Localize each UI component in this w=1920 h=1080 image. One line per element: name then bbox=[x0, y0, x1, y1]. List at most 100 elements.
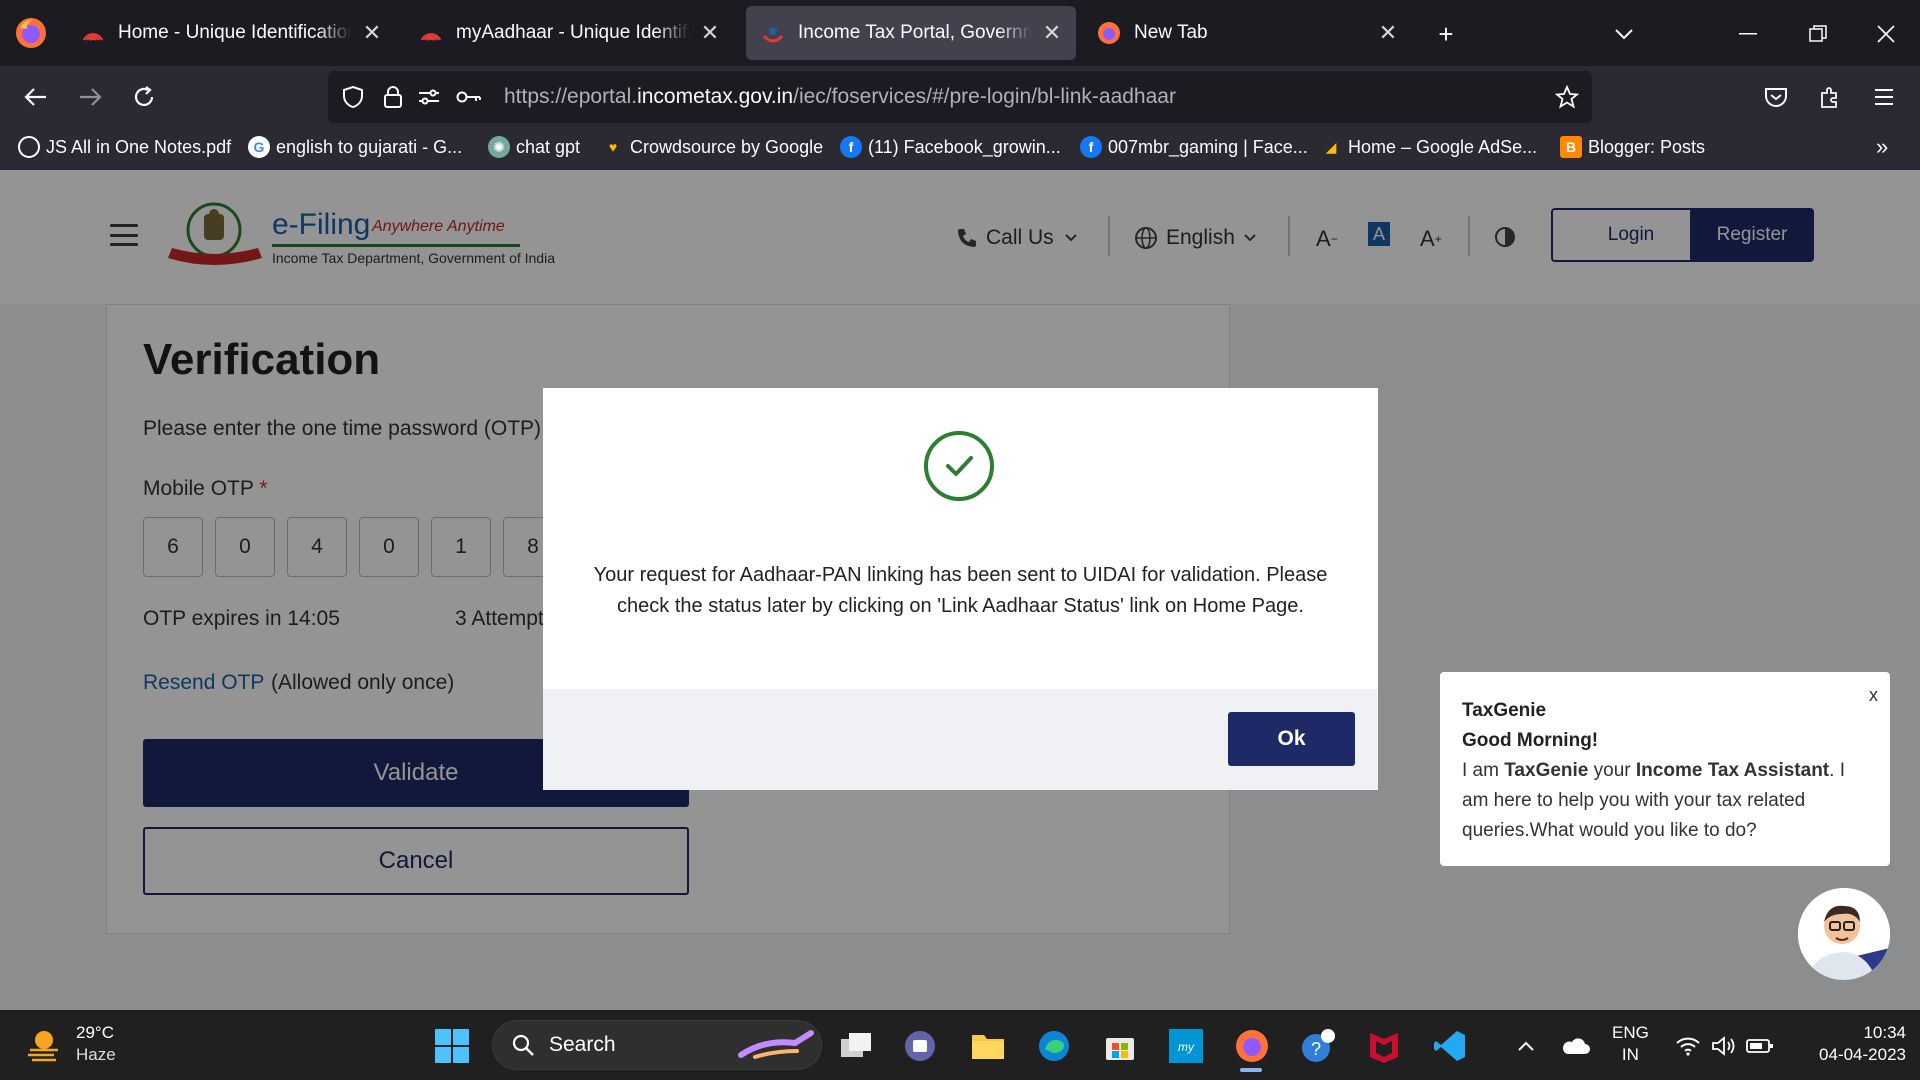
clock-date: 04-04-2023 bbox=[1819, 1045, 1906, 1064]
chat-intro: I am TaxGenie your Income Tax Assistant.… bbox=[1462, 756, 1868, 846]
clock[interactable]: 10:34 04-04-2023 bbox=[1790, 1022, 1906, 1066]
windows-taskbar: 29°C Haze Search my ? ENG IN 10:34 04-04… bbox=[0, 1010, 1920, 1080]
bookmark-label: Blogger: Posts bbox=[1588, 136, 1706, 157]
firefox-icon bbox=[1098, 22, 1120, 44]
app-menu-icon[interactable] bbox=[1864, 77, 1904, 117]
bookmark-label: chat gpt bbox=[516, 136, 581, 157]
search-icon bbox=[512, 1034, 534, 1056]
taxgenie-avatar-icon[interactable] bbox=[1798, 888, 1890, 980]
restore-icon[interactable] bbox=[1798, 14, 1838, 54]
dialog-body: Your request for Aadhaar-PAN linking has… bbox=[543, 388, 1378, 689]
new-tab-plus-icon[interactable]: + bbox=[1426, 14, 1466, 54]
bookmark-js-notes[interactable]: JS All in One Notes.pdf bbox=[18, 136, 231, 158]
taxgenie-chat-bubble: x TaxGenie Good Morning! I am TaxGenie y… bbox=[1440, 672, 1890, 866]
intro-bot-name: TaxGenie bbox=[1504, 760, 1589, 781]
bookmark-label: (11) Facebook_growin... bbox=[868, 136, 1061, 157]
minimize-icon[interactable] bbox=[1728, 14, 1768, 54]
chatgpt-icon: ✺ bbox=[488, 136, 510, 158]
input-language-indicator[interactable]: ENG IN bbox=[1612, 1022, 1649, 1066]
forward-arrow-icon[interactable] bbox=[70, 77, 110, 117]
tab-uidai-home[interactable]: Home - Unique Identification Authority o… bbox=[66, 6, 396, 60]
bookmark-chat-gpt[interactable]: ✺ chat gpt bbox=[488, 136, 580, 158]
bookmark-label: Crowdsource by Google bbox=[630, 136, 824, 157]
bookmark-blogger-posts[interactable]: B Blogger: Posts bbox=[1560, 136, 1705, 158]
myhp-icon[interactable]: my bbox=[1166, 1026, 1206, 1066]
tab-income-tax-portal[interactable]: Income Tax Portal, Government of India ✕ bbox=[746, 6, 1076, 60]
firefox-menu-icon[interactable] bbox=[14, 16, 48, 50]
aadhaar-icon bbox=[82, 33, 104, 41]
tab-title: New Tab bbox=[1134, 22, 1208, 43]
list-all-tabs-chevron-icon[interactable] bbox=[1604, 14, 1644, 54]
shield-icon[interactable] bbox=[340, 84, 366, 110]
bookmark-star-icon[interactable] bbox=[1554, 84, 1580, 110]
blogger-icon: B bbox=[1560, 136, 1582, 158]
browser-nav-bar: https://eportal.incometax.gov.in/iec/fos… bbox=[0, 66, 1920, 128]
haze-sun-icon bbox=[28, 1031, 58, 1062]
lang-top: ENG bbox=[1612, 1023, 1649, 1042]
help-app-icon[interactable]: ? bbox=[1298, 1026, 1338, 1066]
dialog-message: Your request for Aadhaar-PAN linking has… bbox=[593, 564, 1328, 617]
clock-time: 10:34 bbox=[1863, 1023, 1906, 1042]
lock-icon[interactable] bbox=[380, 84, 406, 110]
intro-text: I am bbox=[1462, 760, 1505, 781]
success-check-icon bbox=[924, 431, 994, 501]
edge-browser-icon[interactable] bbox=[1034, 1026, 1074, 1066]
chat-greeting: Good Morning! bbox=[1462, 730, 1599, 751]
success-dialog: Your request for Aadhaar-PAN linking has… bbox=[543, 388, 1378, 790]
key-icon[interactable] bbox=[456, 84, 482, 110]
battery-icon[interactable] bbox=[1740, 1026, 1780, 1066]
weather-condition: Haze bbox=[76, 1045, 116, 1064]
windows-start-icon[interactable] bbox=[432, 1026, 472, 1066]
bookmark-label: Home – Google AdSe... bbox=[1348, 136, 1538, 157]
back-arrow-icon[interactable] bbox=[16, 77, 56, 117]
extensions-icon[interactable] bbox=[1810, 77, 1850, 117]
active-app-indicator bbox=[1240, 1068, 1262, 1072]
bookmark-google-adsense[interactable]: ◢ Home – Google AdSe... bbox=[1320, 136, 1538, 158]
bookmark-english-gujarati[interactable]: G english to gujarati - G... bbox=[248, 136, 462, 158]
tab-myaadhaar[interactable]: myAadhaar - Unique Identification Author… bbox=[404, 6, 734, 60]
crowdsource-icon: ♥ bbox=[608, 139, 618, 155]
volume-icon[interactable] bbox=[1704, 1026, 1744, 1066]
url-text[interactable]: https://eportal.incometax.gov.in/iec/fos… bbox=[504, 85, 1176, 109]
address-bar[interactable]: https://eportal.incometax.gov.in/iec/fos… bbox=[328, 71, 1592, 123]
file-explorer-icon[interactable] bbox=[968, 1026, 1008, 1066]
tab-close-icon[interactable]: ✕ bbox=[362, 20, 382, 46]
wifi-icon[interactable] bbox=[1668, 1026, 1708, 1066]
url-domain: incometax.gov.in bbox=[637, 85, 794, 108]
tab-close-icon[interactable]: ✕ bbox=[1378, 20, 1398, 46]
weather-widget[interactable]: 29°C Haze bbox=[24, 1022, 116, 1066]
svg-text:my: my bbox=[1178, 1040, 1195, 1054]
bookmark-label: english to gujarati - G... bbox=[276, 136, 463, 157]
dialog-footer: Ok bbox=[543, 689, 1378, 790]
globe-icon bbox=[18, 136, 40, 158]
close-chat-icon[interactable]: x bbox=[1869, 680, 1878, 710]
tab-close-icon[interactable]: ✕ bbox=[700, 20, 720, 46]
firefox-taskbar-icon[interactable] bbox=[1232, 1026, 1272, 1066]
ok-button[interactable]: Ok bbox=[1228, 712, 1355, 766]
reload-icon[interactable] bbox=[124, 77, 164, 117]
task-view-icon[interactable] bbox=[836, 1026, 876, 1066]
more-bookmarks-chevron-icon[interactable]: » bbox=[1876, 134, 1888, 160]
bookmark-007mbr-gaming[interactable]: f 007mbr_gaming | Face... bbox=[1080, 136, 1308, 158]
tab-title: Home - Unique Identification Authority o… bbox=[118, 22, 352, 43]
taskbar-search[interactable]: Search bbox=[492, 1020, 822, 1070]
lang-bottom: IN bbox=[1621, 1045, 1639, 1064]
search-label: Search bbox=[549, 1033, 616, 1056]
tab-close-icon[interactable]: ✕ bbox=[1042, 20, 1062, 46]
intro-text: your bbox=[1588, 760, 1636, 781]
bookmark-crowdsource[interactable]: ♥ Crowdsource by Google bbox=[602, 136, 823, 158]
permissions-icon[interactable] bbox=[416, 84, 442, 110]
intro-role: Income Tax Assistant bbox=[1635, 760, 1830, 781]
teams-chat-icon[interactable] bbox=[900, 1026, 940, 1066]
pocket-icon[interactable] bbox=[1756, 77, 1796, 117]
mcafee-icon[interactable] bbox=[1364, 1026, 1404, 1066]
close-window-icon[interactable] bbox=[1866, 14, 1906, 54]
tab-title: myAadhaar - Unique Identification Author… bbox=[456, 22, 690, 43]
bookmark-facebook-growing[interactable]: f (11) Facebook_growin... bbox=[840, 136, 1061, 158]
show-hidden-icons-chevron-icon[interactable] bbox=[1506, 1026, 1546, 1066]
tab-new-tab[interactable]: New Tab ✕ bbox=[1082, 6, 1412, 60]
vscode-icon[interactable] bbox=[1430, 1026, 1470, 1066]
microsoft-store-icon[interactable] bbox=[1100, 1026, 1140, 1066]
onedrive-cloud-icon[interactable] bbox=[1556, 1026, 1596, 1066]
adsense-icon: ◢ bbox=[1325, 138, 1337, 155]
